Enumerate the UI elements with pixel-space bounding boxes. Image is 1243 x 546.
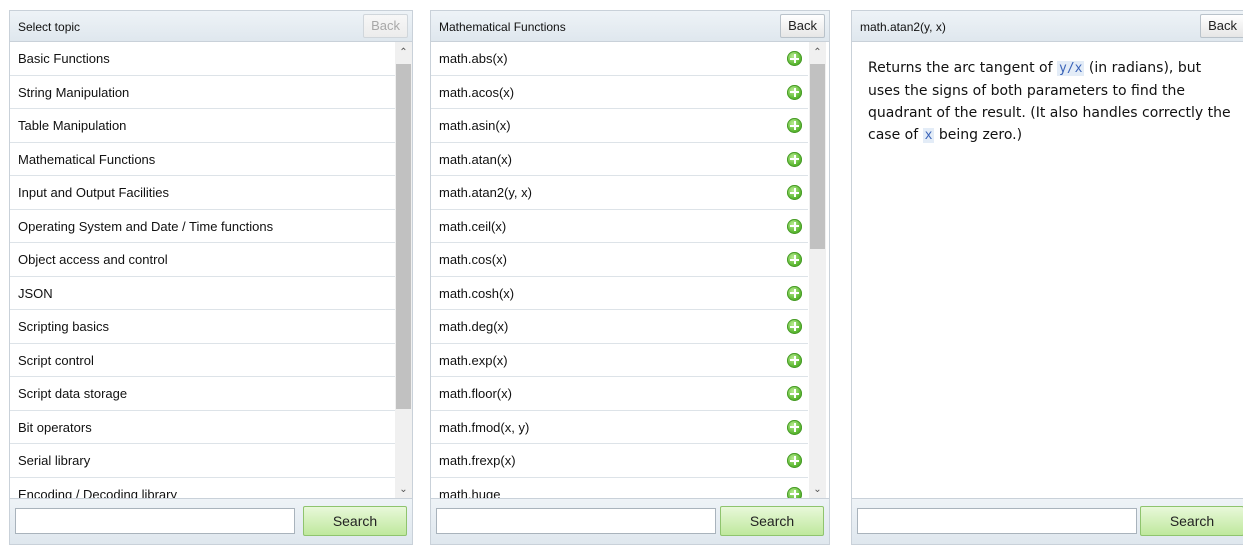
detail-panel-title: math.atan2(y, x) [860, 20, 946, 34]
functions-back-button[interactable]: Back [780, 14, 825, 38]
topic-list-item[interactable]: Input and Output Facilities [10, 176, 395, 210]
topic-list-item[interactable]: Object access and control [10, 243, 395, 277]
topic-panel-header: Select topic Back [10, 11, 412, 42]
add-icon[interactable] [787, 386, 802, 401]
function-label: math.asin(x) [439, 118, 511, 133]
functions-panel: Mathematical Functions Back math.abs(x) m… [430, 10, 830, 545]
function-list-item[interactable]: math.acos(x) [431, 76, 808, 109]
function-list-item[interactable]: math.fmod(x, y) [431, 411, 808, 444]
function-label: math.huge [439, 486, 501, 499]
add-icon[interactable] [787, 419, 802, 435]
function-label: math.atan2(y, x) [439, 185, 532, 200]
add-icon[interactable] [787, 51, 802, 66]
topic-search-input[interactable] [15, 508, 295, 534]
functions-search-bar: Search [431, 498, 829, 544]
function-label: math.ceil(x) [439, 218, 507, 234]
add-icon[interactable] [787, 252, 802, 267]
add-icon[interactable] [787, 118, 802, 133]
function-list-item[interactable]: math.atan(x) [431, 143, 808, 176]
function-list-item[interactable]: math.exp(x) [431, 344, 808, 377]
topic-list-item[interactable]: Script control [10, 344, 395, 377]
functions-panel-title: Mathematical Functions [439, 20, 566, 34]
description-text: being zero.) [934, 127, 1023, 143]
function-label: math.cosh(x) [439, 285, 515, 301]
function-label: math.cos(x) [439, 252, 507, 267]
function-list-item[interactable]: math.cos(x) [431, 243, 808, 277]
add-icon[interactable] [787, 84, 802, 100]
functions-scrollbar[interactable]: ⌃ ⌄ [809, 42, 826, 498]
topic-list-item[interactable]: Script data storage [10, 377, 395, 411]
topic-list-item[interactable]: String Manipulation [10, 76, 395, 109]
code-snippet: y/x [1057, 61, 1085, 76]
topic-list-item[interactable]: Scripting basics [10, 310, 395, 344]
function-list-item[interactable]: math.atan2(y, x) [431, 176, 808, 210]
topic-list-item[interactable]: Encoding / Decoding library [10, 478, 395, 499]
function-list-item[interactable]: math.deg(x) [431, 310, 808, 344]
detail-panel: math.atan2(y, x) Back Returns the arc ta… [851, 10, 1243, 545]
function-list-item[interactable]: math.asin(x) [431, 109, 808, 143]
function-list-item[interactable]: math.cosh(x) [431, 277, 808, 310]
detail-search-input[interactable] [857, 508, 1137, 534]
topic-list-item[interactable]: JSON [10, 277, 395, 310]
scroll-down-icon[interactable]: ⌄ [395, 481, 412, 498]
function-list-item[interactable]: math.abs(x) [431, 42, 808, 76]
function-label: math.fmod(x, y) [439, 419, 530, 435]
functions-list: math.abs(x) math.acos(x) math.asin(x) math.… [431, 42, 808, 498]
topic-panel-title: Select topic [18, 20, 81, 34]
detail-panel-header: math.atan2(y, x) Back [852, 11, 1243, 42]
topic-scroll-thumb[interactable] [396, 64, 411, 409]
function-label: math.floor(x) [439, 386, 512, 401]
topic-back-button[interactable]: Back [363, 14, 408, 38]
description-text: Returns the arc tangent of [868, 60, 1057, 76]
functions-search-input[interactable] [436, 508, 716, 534]
topic-list-item[interactable]: Table Manipulation [10, 109, 395, 143]
function-label: math.abs(x) [439, 51, 508, 66]
function-list-item[interactable]: math.ceil(x) [431, 210, 808, 243]
add-icon[interactable] [787, 151, 802, 167]
add-icon[interactable] [787, 285, 802, 301]
function-label: math.frexp(x) [439, 453, 516, 468]
function-label: math.atan(x) [439, 151, 512, 167]
function-list-item[interactable]: math.floor(x) [431, 377, 808, 411]
detail-search-bar: Search [852, 498, 1243, 544]
add-icon[interactable] [787, 453, 802, 468]
functions-search-button[interactable]: Search [720, 506, 824, 536]
functions-panel-header: Mathematical Functions Back [431, 11, 829, 42]
topic-search-button[interactable]: Search [303, 506, 407, 536]
topic-panel: Select topic Back Basic Functions String … [9, 10, 413, 545]
topic-list: Basic Functions String Manipulation Table … [10, 42, 395, 498]
topic-list-item[interactable]: Bit operators [10, 411, 395, 444]
topic-list-item[interactable]: Basic Functions [10, 42, 395, 76]
function-description: Returns the arc tangent of y/x (in radia… [868, 57, 1233, 147]
topic-list-item[interactable]: Mathematical Functions [10, 143, 395, 176]
scroll-up-icon[interactable]: ⌃ [809, 44, 826, 61]
add-icon[interactable] [787, 218, 802, 234]
function-label: math.deg(x) [439, 319, 509, 334]
topic-search-bar: Search [10, 498, 412, 544]
scroll-down-icon[interactable]: ⌄ [809, 481, 826, 498]
add-icon[interactable] [787, 319, 802, 334]
function-list-item[interactable]: math.frexp(x) [431, 444, 808, 478]
function-label: math.acos(x) [439, 84, 515, 100]
topic-list-item[interactable]: Serial library [10, 444, 395, 478]
function-list-item[interactable]: math.huge [431, 478, 808, 499]
add-icon[interactable] [787, 486, 802, 498]
code-snippet: x [922, 128, 935, 143]
detail-back-button[interactable]: Back [1200, 14, 1243, 38]
detail-search-button[interactable]: Search [1140, 506, 1243, 536]
add-icon[interactable] [787, 352, 802, 368]
scroll-up-icon[interactable]: ⌃ [395, 44, 412, 61]
add-icon[interactable] [787, 185, 802, 200]
function-label: math.exp(x) [439, 352, 508, 368]
functions-scroll-thumb[interactable] [810, 64, 825, 249]
topic-list-item[interactable]: Operating System and Date / Time functio… [10, 210, 395, 243]
topic-scrollbar[interactable]: ⌃ ⌄ [395, 42, 412, 498]
